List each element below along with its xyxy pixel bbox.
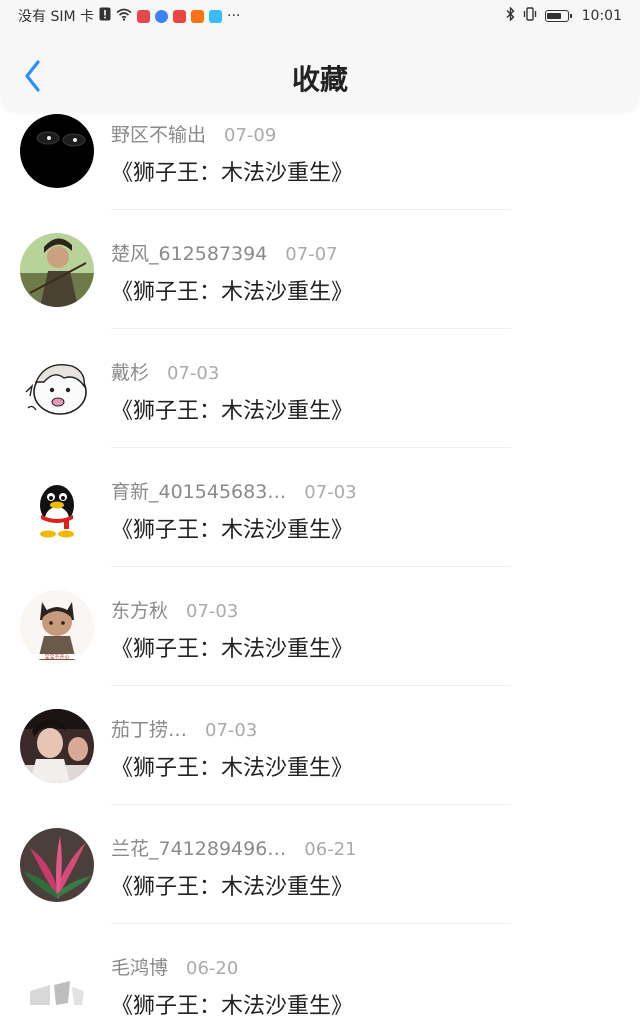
app-notification-icon-4 [191, 9, 204, 23]
vibrate-icon [522, 7, 538, 25]
item-meta: 戴杉 07-03 [111, 358, 219, 385]
status-left: 没有 SIM 卡 ··· [18, 6, 240, 26]
wifi-icon [116, 8, 132, 25]
screen: 没有 SIM 卡 ··· 10:01 收藏 野区不输出 07-09 《狮子王：木… [0, 0, 640, 1024]
author-name[interactable]: 野区不输出 [111, 120, 206, 147]
post-date: 07-03 [167, 363, 220, 384]
more-notifications: ··· [227, 8, 241, 24]
post-title[interactable]: 《狮子王：木法沙重生》 [111, 750, 353, 782]
item-meta: 野区不输出 07-09 [111, 120, 276, 147]
header: 收藏 [0, 32, 640, 112]
avatar[interactable] [20, 114, 94, 188]
post-date: 07-03 [205, 720, 258, 741]
post-date: 07-03 [186, 601, 239, 622]
post-title[interactable]: 《狮子王：木法沙重生》 [111, 274, 353, 306]
author-name[interactable]: 东方秋 [111, 596, 168, 623]
app-notification-icon-2 [155, 9, 168, 23]
post-title[interactable]: 《狮子王：木法沙重生》 [111, 155, 353, 187]
author-name[interactable]: 戴杉 [111, 358, 149, 385]
status-bar: 没有 SIM 卡 ··· 10:01 [0, 0, 640, 32]
list-item[interactable]: 毛鸿博 06-20 《狮子王：木法沙重生》 [0, 944, 640, 1024]
author-name[interactable]: 毛鸿博 [111, 953, 168, 980]
list-item[interactable]: 育新_401545683… 07-03 《狮子王：木法沙重生》 [0, 468, 640, 587]
avatar[interactable] [20, 709, 94, 783]
post-date: 07-09 [224, 125, 277, 146]
item-meta: 东方秋 07-03 [111, 596, 238, 623]
avatar[interactable] [20, 352, 94, 426]
list-item[interactable]: 兰花_741289496… 06-21 《狮子王：木法沙重生》 [0, 825, 640, 944]
avatar[interactable] [20, 828, 94, 902]
list-item[interactable]: 宝宝不开心 东方秋 07-03 《狮子王：木法沙重生》 [0, 587, 640, 706]
sim-alert-icon [99, 7, 111, 25]
divider [111, 923, 511, 924]
post-title[interactable]: 《狮子王：木法沙重生》 [111, 988, 353, 1020]
divider [111, 566, 511, 567]
post-date: 07-07 [285, 244, 338, 265]
divider [111, 685, 511, 686]
avatar[interactable]: 宝宝不开心 [20, 590, 94, 664]
divider [111, 804, 511, 805]
list-item[interactable]: 野区不输出 07-09 《狮子王：木法沙重生》 [0, 111, 640, 230]
status-right: 10:01 [506, 6, 622, 25]
bluetooth-icon [506, 6, 515, 25]
favorites-list: 野区不输出 07-09 《狮子王：木法沙重生》 楚风_612587394 07-… [0, 111, 640, 1024]
post-date: 06-20 [186, 958, 239, 979]
carrier-text: 没有 SIM 卡 [18, 9, 94, 25]
author-name[interactable]: 兰花_741289496… [111, 834, 286, 861]
app-notification-icon-5 [209, 9, 222, 23]
app-notification-icon-1 [137, 9, 150, 23]
battery-icon [544, 10, 572, 22]
divider [111, 328, 511, 329]
post-date: 06-21 [304, 839, 357, 860]
list-item[interactable]: 戴杉 07-03 《狮子王：木法沙重生》 [0, 349, 640, 468]
post-date: 07-03 [304, 482, 357, 503]
avatar[interactable] [20, 947, 94, 1021]
post-title[interactable]: 《狮子王：木法沙重生》 [111, 512, 353, 544]
item-meta: 兰花_741289496… 06-21 [111, 834, 357, 861]
author-name[interactable]: 楚风_612587394 [111, 239, 267, 266]
divider [111, 447, 511, 448]
list-item[interactable]: 楚风_612587394 07-07 《狮子王：木法沙重生》 [0, 230, 640, 349]
page-title: 收藏 [291, 63, 348, 96]
post-title[interactable]: 《狮子王：木法沙重生》 [111, 631, 353, 663]
author-name[interactable]: 茄丁捞… [111, 715, 187, 742]
post-title[interactable]: 《狮子王：木法沙重生》 [111, 869, 353, 901]
clock: 10:01 [581, 8, 622, 24]
divider [111, 209, 511, 210]
item-meta: 育新_401545683… 07-03 [111, 477, 357, 504]
list-item[interactable]: 茄丁捞… 07-03 《狮子王：木法沙重生》 [0, 706, 640, 825]
post-title[interactable]: 《狮子王：木法沙重生》 [111, 393, 353, 425]
svg-text:宝宝不开心: 宝宝不开心 [44, 654, 69, 661]
item-meta: 茄丁捞… 07-03 [111, 715, 257, 742]
avatar[interactable] [20, 471, 94, 545]
item-meta: 楚风_612587394 07-07 [111, 239, 338, 266]
avatar[interactable] [20, 233, 94, 307]
app-notification-icon-3 [173, 9, 186, 23]
item-meta: 毛鸿博 06-20 [111, 953, 238, 980]
author-name[interactable]: 育新_401545683… [111, 477, 286, 504]
